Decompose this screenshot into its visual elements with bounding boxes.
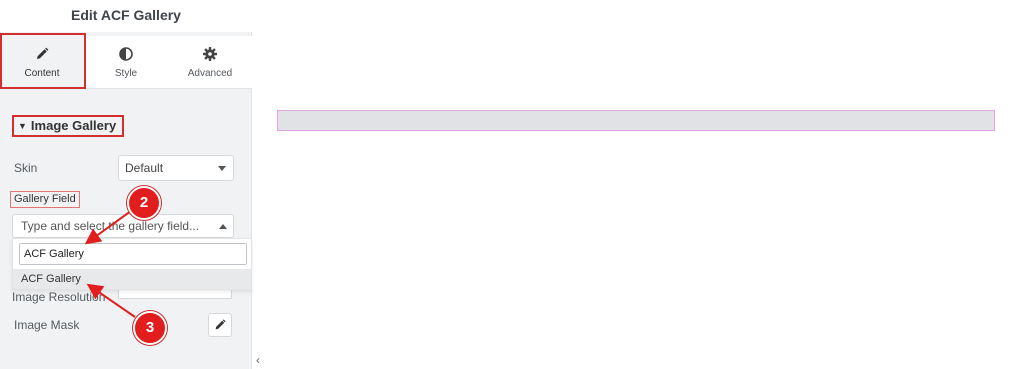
- tab-style-label: Style: [114, 68, 138, 79]
- chevron-left-icon[interactable]: ‹: [252, 352, 264, 369]
- image-resolution-label: Image Resolution: [12, 290, 106, 304]
- panel-title: Edit ACF Gallery: [0, 0, 252, 32]
- tab-advanced[interactable]: Advanced: [168, 36, 252, 88]
- gallery-field-label: Gallery Field: [10, 191, 80, 208]
- tab-content-label: Content: [24, 68, 60, 79]
- image-mask-label: Image Mask: [14, 318, 80, 332]
- chevron-down-icon: [218, 166, 226, 171]
- gallery-field-dropdown: ACF Gallery: [12, 238, 252, 290]
- skin-value: Default: [125, 161, 164, 175]
- gallery-field-search-input[interactable]: [19, 243, 247, 265]
- dropdown-option[interactable]: ACF Gallery: [13, 269, 251, 289]
- pencil-icon: [215, 319, 226, 330]
- section-title: Image Gallery: [30, 118, 117, 133]
- gallery-field-select[interactable]: Type and select the gallery field...: [12, 214, 234, 238]
- chevron-up-icon: [219, 224, 227, 229]
- half-circle-icon: [119, 47, 133, 61]
- caret-down-icon: ▼: [18, 121, 27, 131]
- panel-tabs: Content Style Advanced: [0, 36, 252, 89]
- gear-icon: [203, 47, 217, 61]
- section-image-gallery[interactable]: ▼ Image Gallery: [12, 115, 125, 137]
- image-mask-edit-button[interactable]: [208, 313, 232, 337]
- skin-select[interactable]: Default: [118, 155, 234, 181]
- tab-content[interactable]: Content: [0, 36, 84, 88]
- gallery-field-placeholder: Type and select the gallery field...: [21, 219, 200, 233]
- step-badge-3: 3: [133, 311, 167, 345]
- editor-panel: Edit ACF Gallery Content Style Advanced …: [0, 0, 252, 369]
- gallery-preview-placeholder: [277, 110, 995, 131]
- pencil-icon: [37, 47, 49, 59]
- tab-advanced-label: Advanced: [187, 68, 233, 79]
- skin-label: Skin: [14, 161, 38, 175]
- tab-style[interactable]: Style: [84, 36, 168, 88]
- step-badge-2: 2: [127, 186, 161, 220]
